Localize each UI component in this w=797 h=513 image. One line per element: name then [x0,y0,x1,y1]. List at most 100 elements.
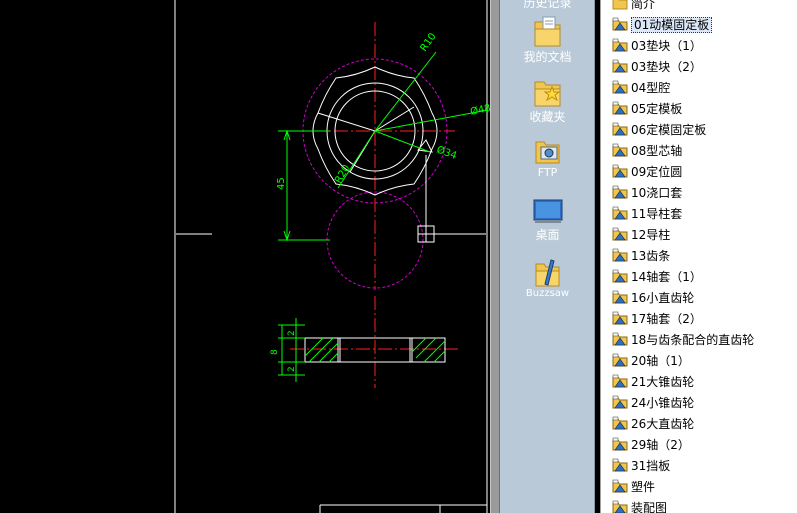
file-list-item[interactable]: 简介 [612,0,655,14]
place-desktop[interactable]: 桌面 [500,196,595,243]
file-name: 14轴套（1） [631,270,702,284]
file-list-item[interactable]: 14轴套（1） [612,267,702,287]
place-history-label: 历史记录 [523,0,572,10]
file-name: 11导柱套 [631,207,683,221]
dim-2a-text: 2 [287,330,297,336]
file-list-item[interactable]: 06定模固定板 [612,120,706,140]
section-hatch-left [304,337,339,363]
file-list: 简介 01动模固定板 03垫块（1） 03垫块（2） 04型腔 05定模板 06定模固定板 0… [600,0,797,513]
place-ftp-label: FTP [537,166,558,179]
folder-documents-icon [534,16,560,47]
place-ftp[interactable]: FTP [500,136,595,179]
place-favorites-label: 收藏夹 [529,110,566,124]
dim-45-text: 45 [276,177,287,190]
dwg-file-icon [612,59,628,73]
file-list-item[interactable]: 12导柱 [612,225,670,245]
file-list-item[interactable]: 26大直齿轮 [612,414,694,434]
dwg-file-icon [612,248,628,262]
place-my-documents[interactable]: 我的文档 [500,14,595,65]
file-name: 21大锥齿轮 [631,375,695,389]
file-list-item[interactable]: 13齿条 [612,246,670,266]
file-name: 17轴套（2） [631,312,702,326]
folder-star-icon [534,81,560,107]
dwg-file-icon [612,500,628,513]
dwg-file-icon [612,416,628,430]
folder-icon [612,0,628,10]
file-name: 08型芯轴 [631,144,683,158]
place-buzzsaw-label: Buzzsaw [525,288,570,299]
file-list-item[interactable]: 16小直齿轮 [612,288,694,308]
file-name: 16小直齿轮 [631,291,695,305]
file-name: 20轴（1） [631,354,690,368]
dim-2b-text: 2 [287,366,297,372]
file-list-item[interactable]: 29轴（2） [612,435,690,455]
ftp-icon [535,141,559,164]
file-name: 06定模固定板 [631,123,707,137]
place-buzzsaw[interactable]: Buzzsaw [500,256,595,299]
file-name: 12导柱 [631,228,671,242]
file-name: 03垫块（2） [631,60,702,74]
dwg-file-icon [612,122,628,136]
file-list-item[interactable]: 24小锥齿轮 [612,393,694,413]
splitter[interactable] [490,0,500,513]
place-history[interactable]: 历史记录 [500,0,595,11]
file-list-item[interactable]: 03垫块（2） [612,57,702,77]
place-favorites[interactable]: 收藏夹 [500,74,595,125]
dim-r10-text: R10 [418,31,438,53]
file-list-item[interactable]: 31挡板 [612,456,670,476]
file-name: 装配图 [631,501,668,513]
dwg-file-icon [612,227,628,241]
file-name: 29轴（2） [631,438,690,452]
file-name: 简介 [631,0,656,11]
dwg-file-icon [612,206,628,220]
file-list-item[interactable]: 17轴套（2） [612,309,702,329]
file-name: 09定位圆 [631,165,683,179]
file-name: 05定模板 [631,102,683,116]
file-name: 03垫块（1） [631,39,702,53]
cad-drawing: R10 Ø48 Ø34 R20 45 8 2 2 [174,0,490,513]
file-list-item[interactable]: 04型腔 [612,78,670,98]
dwg-file-icon [612,17,628,31]
file-list-item[interactable]: 装配图 [612,498,667,513]
buzzsaw-icon [535,259,559,287]
cad-drawing-canvas[interactable]: R10 Ø48 Ø34 R20 45 8 2 2 [0,0,490,513]
file-name: 10浇口套 [631,186,683,200]
dwg-file-icon [612,395,628,409]
section-hatch-right [411,337,446,363]
file-name: 26大直齿轮 [631,417,695,431]
places-bar: 历史记录 我的文档 收藏夹 FTP 桌面 Buzzsaw [500,0,595,513]
dwg-file-icon [612,479,628,493]
file-list-item[interactable]: 09定位圆 [612,162,682,182]
file-list-item[interactable]: 18与齿条配合的直齿轮 [612,330,754,350]
file-list-item[interactable]: 03垫块（1） [612,36,702,56]
place-desktop-label: 桌面 [535,228,560,242]
place-my-documents-label: 我的文档 [523,50,572,64]
dwg-file-icon [612,38,628,52]
file-list-item[interactable]: 01动模固定板 [612,15,713,35]
file-list-item[interactable]: 08型芯轴 [612,141,682,161]
dim-r10-leader [374,51,437,132]
dwg-file-icon [612,80,628,94]
dim-8-text: 8 [270,349,280,355]
dwg-file-icon [612,164,628,178]
dim-d34-text: Ø34 [435,144,458,162]
file-list-item[interactable]: 塑件 [612,477,655,497]
dwg-file-icon [612,437,628,451]
file-list-item[interactable]: 11导柱套 [612,204,682,224]
file-list-item[interactable]: 20轴（1） [612,351,690,371]
file-list-item[interactable]: 21大锥齿轮 [612,372,694,392]
dwg-file-icon [612,458,628,472]
dwg-file-icon [612,311,628,325]
dim-r20-text: R20 [333,163,352,186]
file-name: 18与齿条配合的直齿轮 [631,333,755,347]
file-list-item[interactable]: 10浇口套 [612,183,682,203]
desktop-icon [533,199,562,223]
dwg-file-icon [612,185,628,199]
dwg-file-icon [612,101,628,115]
file-name: 31挡板 [631,459,671,473]
dwg-file-icon [612,374,628,388]
dwg-file-icon [612,290,628,304]
file-name: 13齿条 [631,249,671,263]
dwg-file-icon [612,269,628,283]
file-list-item[interactable]: 05定模板 [612,99,682,119]
